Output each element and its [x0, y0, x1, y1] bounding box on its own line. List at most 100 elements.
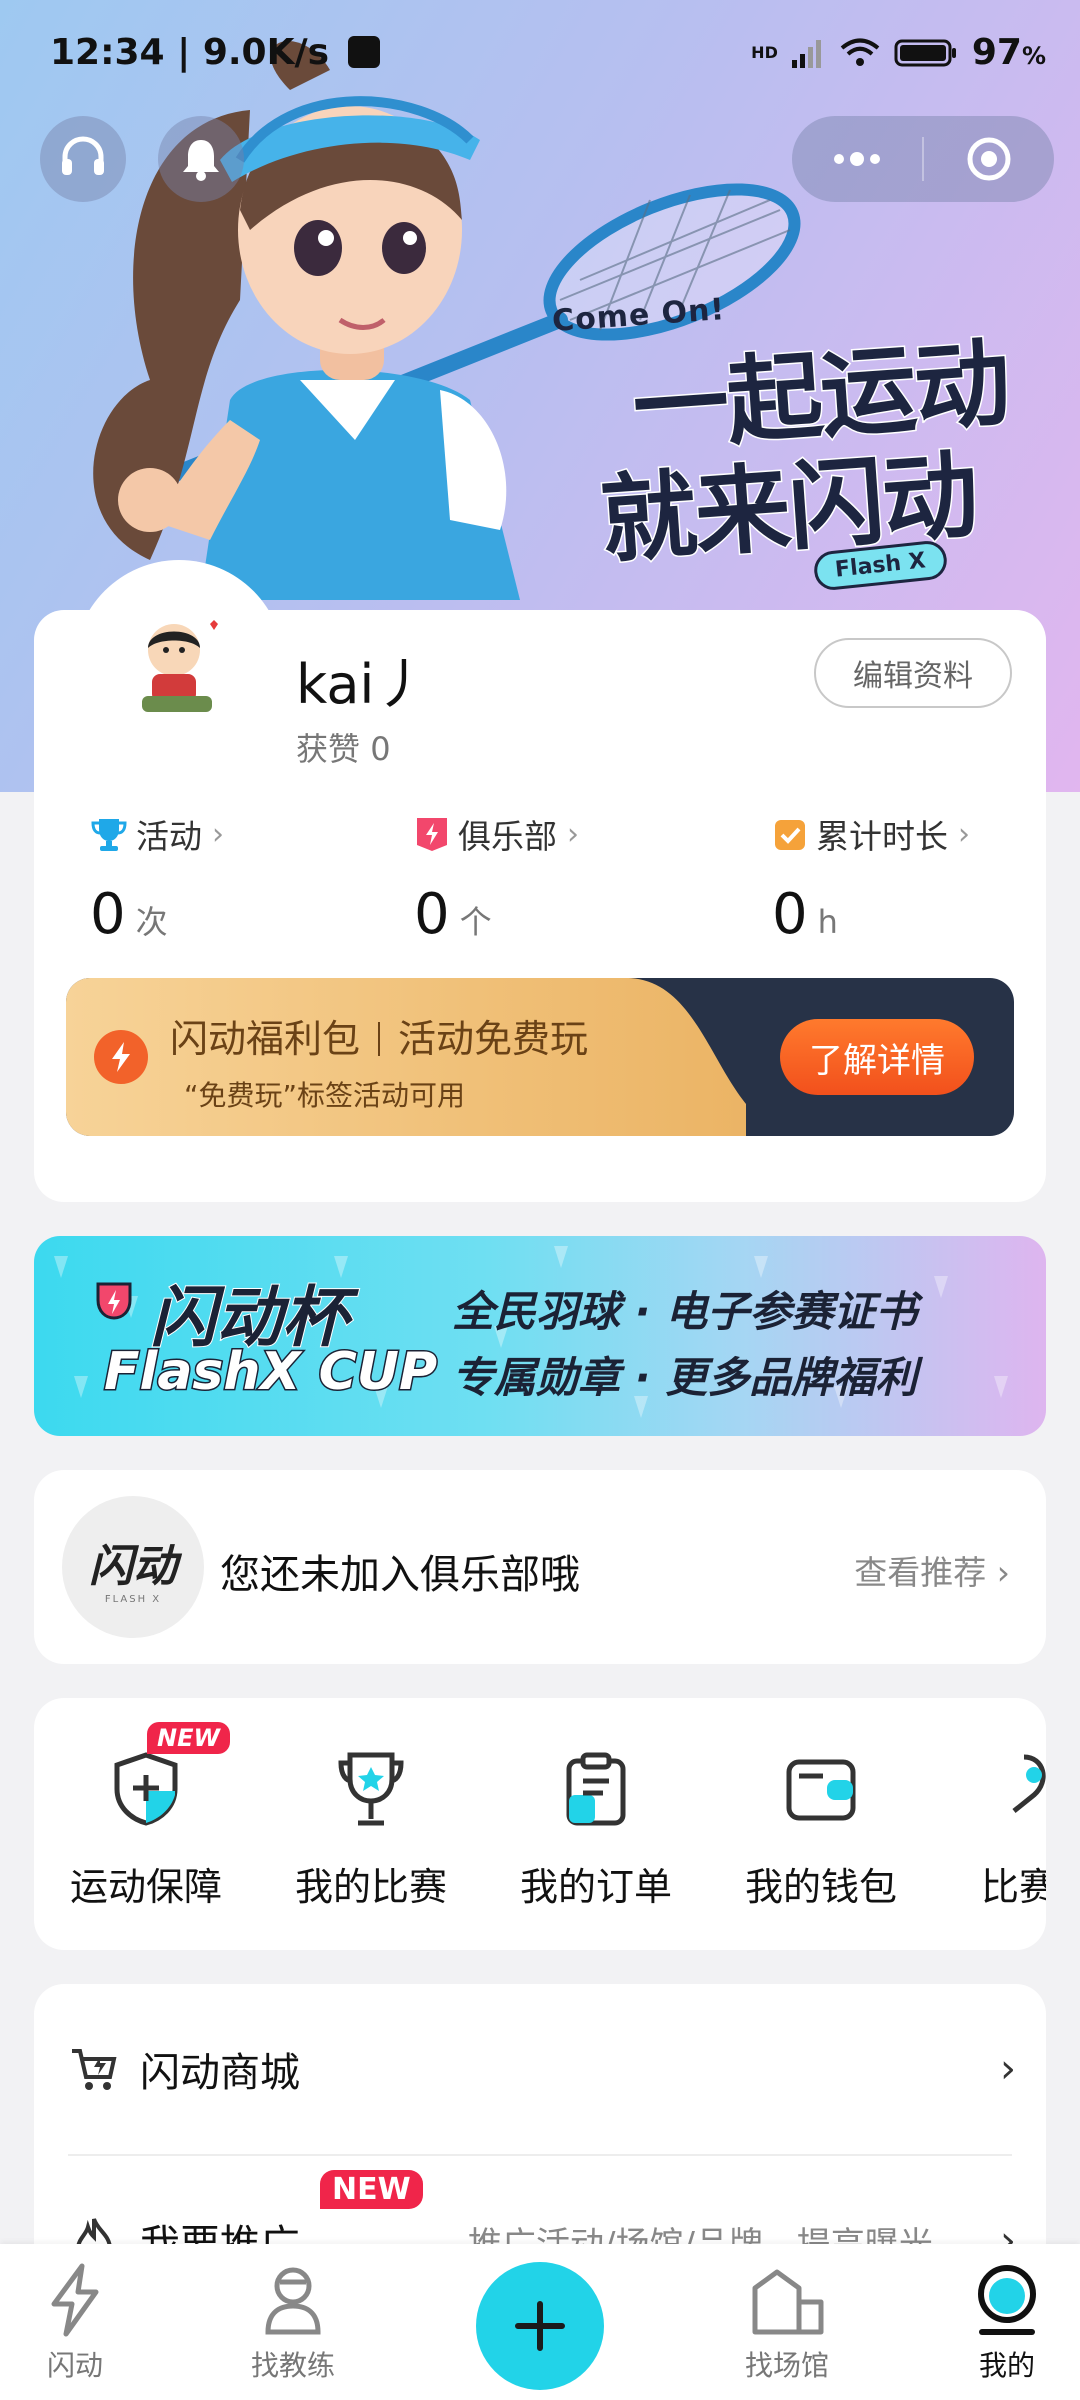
edit-profile-button[interactable]: 编辑资料 [814, 638, 1012, 708]
stat-activities[interactable]: 活动 › 0 次 [90, 810, 224, 948]
shortcut-label: 我的订单 [519, 1865, 672, 1909]
likes-count: 获赞 0 [296, 724, 391, 770]
trophy-icon [91, 819, 127, 851]
tab-label: 找教练 [250, 2349, 335, 2382]
bell-icon [183, 140, 219, 181]
welfare-title-b: 活动免费玩 [398, 1017, 589, 1061]
miniprogram-capsule [792, 116, 1054, 202]
welfare-title: 闪动福利包 活动免费玩 [170, 1008, 588, 1063]
shortcut-label: 我的钱包 [744, 1865, 897, 1909]
welfare-title-a: 闪动福利包 [170, 1017, 361, 1061]
target-close-icon [967, 137, 1011, 181]
create-button[interactable] [476, 2262, 604, 2390]
cartoon-avatar-icon [142, 620, 218, 712]
chevron-right-icon: › [996, 1553, 1010, 1592]
tab-flash[interactable]: 闪动 [0, 2262, 150, 2384]
chevron-right-icon: › [567, 816, 579, 852]
menu-item-label: 闪动商城 [140, 2050, 300, 2096]
venue-icon [752, 2269, 824, 2335]
status-indicators: HD 97% [751, 32, 1046, 73]
tab-label: 闪动 [46, 2349, 103, 2382]
likes-label: 获赞 [296, 730, 361, 768]
likes-value: 0 [370, 730, 391, 768]
cellular-signal-icon [791, 39, 821, 68]
shortcut-my-wallet[interactable]: 我的钱包 [716, 1744, 926, 1911]
stat-unit: 次 [135, 903, 168, 941]
plus-icon [515, 2301, 565, 2351]
battery-unit: % [1021, 42, 1046, 70]
new-badge: NEW [147, 1722, 230, 1754]
tab-profile[interactable]: 我的 [932, 2262, 1080, 2384]
shortcut-grid: NEW 运动保障 我的比赛 我的订单 我的钱包 比赛 [34, 1698, 1046, 1950]
stat-value: 0 [772, 882, 808, 947]
welfare-subtitle: “免费玩”标签活动可用 [184, 1079, 466, 1112]
notification-button[interactable] [158, 116, 244, 202]
bolt-icon [51, 2263, 99, 2337]
tab-label: 找场馆 [744, 2349, 829, 2382]
more-menu-button[interactable] [792, 149, 922, 169]
coach-icon [265, 2267, 321, 2335]
stat-unit: h [817, 903, 838, 941]
profile-card: kai丿 获赞 0 编辑资料 活动 › 0 次 俱乐部 › 0 个 累计时长 ›… [34, 560, 1046, 1202]
status-separator: | [177, 32, 203, 73]
lightning-icon [94, 1030, 148, 1084]
stat-value: 0 [90, 882, 126, 947]
cup-icon [338, 1752, 404, 1826]
tab-find-venue[interactable]: 找场馆 [712, 2262, 862, 2384]
club-card[interactable]: 闪动 FLASH X 您还未加入俱乐部哦 查看推荐 › [34, 1470, 1046, 1664]
club-logo: 闪动 FLASH X [62, 1496, 204, 1638]
shortcut-label: 我的比赛 [294, 1865, 447, 1909]
checklist-icon [775, 820, 805, 850]
app-notification-icon [347, 36, 380, 68]
flashx-cup-banner[interactable]: 闪动杯 FlashX CUP 全民羽球 · 电子参赛证书 专属勋章 · 更多品牌… [34, 1236, 1046, 1436]
new-badge: NEW [320, 2170, 423, 2209]
avatar[interactable] [74, 560, 284, 770]
close-miniprogram-button[interactable] [924, 134, 1054, 184]
chevron-right-icon: › [1000, 2046, 1016, 2092]
learn-more-button[interactable]: 了解详情 [780, 1019, 974, 1095]
battery-level: 97% [972, 32, 1046, 73]
cup-logo-english: FlashX CUP [102, 1341, 438, 1404]
status-time: 12:34 | 9.0K/s [50, 32, 380, 73]
club-logo-subtext: FLASH X [104, 1593, 162, 1605]
banner-line-1: 全民羽球 · 电子参赛证书 [452, 1287, 918, 1336]
hd-label: HD [751, 43, 778, 62]
stat-label: 活动 [136, 817, 202, 856]
chevron-right-icon: › [212, 816, 224, 852]
shortcut-label: 运动保障 [69, 1865, 222, 1909]
shortcut-matches[interactable]: 比赛 [914, 1744, 1046, 1911]
tab-label: 我的 [978, 2349, 1035, 2382]
bottom-tab-bar: 闪动 找教练 找场馆 我的 [0, 2244, 1080, 2400]
stat-label: 俱乐部 [458, 817, 557, 856]
wifi-icon [840, 38, 880, 66]
view-recommendations-link[interactable]: 查看推荐 › [854, 1546, 1010, 1594]
stat-value: 0 [414, 882, 450, 947]
view-recommendations-label: 查看推荐 [854, 1553, 987, 1592]
network-speed: 9.0K/s [202, 32, 330, 73]
headset-icon [62, 136, 104, 175]
username: kai丿 [296, 653, 429, 716]
banner-line-2: 专属勋章 · 更多品牌福利 [452, 1353, 918, 1402]
club-empty-message: 您还未加入俱乐部哦 [220, 1552, 580, 1598]
menu-item-mall[interactable]: 闪动商城 › [34, 1984, 1046, 2156]
welfare-pack-banner[interactable]: 闪动福利包 活动免费玩 “免费玩”标签活动可用 了解详情 [66, 978, 1014, 1136]
customer-service-button[interactable] [40, 116, 126, 202]
profile-icon [978, 2265, 1036, 2335]
shortcut-my-orders[interactable]: 我的订单 [491, 1744, 701, 1911]
shortcut-sports-insurance[interactable]: NEW 运动保障 [41, 1722, 251, 1911]
welfare-divider [378, 1022, 381, 1056]
shortcut-label: 比赛 [980, 1865, 1046, 1909]
stat-label: 累计时长 [816, 817, 948, 856]
cart-icon [72, 2049, 117, 2090]
club-icon [417, 818, 447, 851]
match-icon [1012, 1754, 1046, 1813]
shortcut-my-matches[interactable]: 我的比赛 [266, 1744, 476, 1911]
battery-percent: 97 [971, 32, 1022, 73]
cup-trophy-icon [96, 1282, 132, 1320]
wallet-icon [786, 1759, 856, 1821]
status-bar: 12:34 | 9.0K/s HD 97% [0, 0, 1080, 108]
stat-duration[interactable]: 累计时长 › 0 h [772, 810, 970, 948]
stat-clubs[interactable]: 俱乐部 › 0 个 [414, 810, 579, 948]
tab-find-coach[interactable]: 找教练 [218, 2262, 368, 2384]
chevron-right-icon: › [958, 816, 970, 852]
